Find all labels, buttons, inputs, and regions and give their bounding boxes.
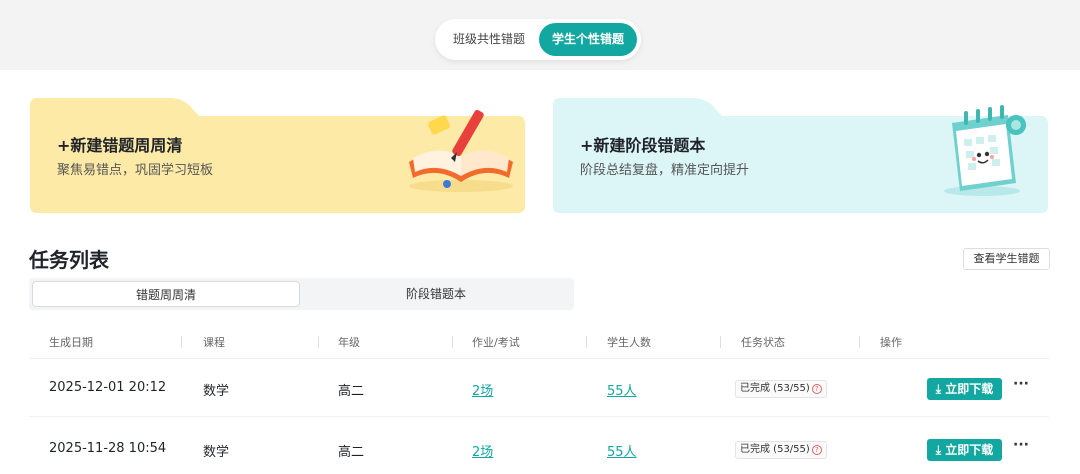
view-switch: 班级共性错题 学生个性错题 xyxy=(435,19,641,60)
cell-date: 2025-12-01 20:12 xyxy=(49,380,167,395)
download-button[interactable]: ⤓ 立即下载 xyxy=(927,439,1002,461)
book-pencil-icon xyxy=(409,109,513,192)
exams-link[interactable]: 2场 xyxy=(472,380,493,399)
card-title: +新建错题周周清 xyxy=(57,136,183,155)
column-divider xyxy=(859,336,860,348)
exams-link[interactable]: 2场 xyxy=(472,441,493,460)
column-divider xyxy=(452,336,453,348)
more-actions-button[interactable]: ··· xyxy=(1013,437,1029,453)
tab-weekly-review[interactable]: 错题周周清 xyxy=(32,281,300,307)
column-divider xyxy=(181,336,182,348)
download-icon: ⤓ xyxy=(935,382,942,396)
cell-date: 2025-11-28 10:54 xyxy=(49,441,167,456)
download-label: 立即下载 xyxy=(945,382,994,396)
column-divider xyxy=(318,336,319,348)
table-row: 2025-12-01 20:12 数学 高二 2场 55人 已完成 (53/55… xyxy=(29,361,1049,417)
students-link[interactable]: 55人 xyxy=(607,441,637,460)
table-header: 生成日期 课程 年级 作业/考试 学生人数 任务状态 操作 xyxy=(29,323,1049,359)
download-button[interactable]: ⤓ 立即下载 xyxy=(927,378,1002,400)
column-divider xyxy=(586,336,587,348)
status-badge: 已完成 (53/55)? xyxy=(735,441,827,459)
column-date: 生成日期 xyxy=(49,336,93,349)
students-link[interactable]: 55人 xyxy=(607,380,637,399)
column-status: 任务状态 xyxy=(741,336,785,349)
column-course: 课程 xyxy=(203,336,225,349)
status-text: 已完成 (53/55) xyxy=(740,383,810,394)
column-divider xyxy=(720,336,721,348)
download-icon: ⤓ xyxy=(935,443,942,457)
card-title: +新建阶段错题本 xyxy=(580,136,706,155)
view-student-mistakes-button[interactable]: 查看学生错题 xyxy=(963,248,1050,270)
status-badge: 已完成 (53/55)? xyxy=(735,380,827,398)
help-icon[interactable]: ? xyxy=(811,384,822,394)
tab-student-personal-mistakes[interactable]: 学生个性错题 xyxy=(539,23,637,56)
top-bar: 班级共性错题 学生个性错题 xyxy=(0,0,1080,70)
tab-class-common-mistakes[interactable]: 班级共性错题 xyxy=(441,23,537,56)
calendar-icon xyxy=(944,105,1026,196)
section-title: 任务列表 xyxy=(29,248,109,272)
download-label: 立即下载 xyxy=(945,443,994,457)
column-students: 学生人数 xyxy=(607,336,651,349)
cell-grade: 高二 xyxy=(338,445,365,460)
column-grade: 年级 xyxy=(338,336,360,349)
status-text: 已完成 (53/55) xyxy=(740,444,810,455)
card-subtitle: 阶段总结复盘，精准定向提升 xyxy=(580,163,750,178)
cell-course: 数学 xyxy=(203,445,230,460)
cell-course: 数学 xyxy=(203,384,230,399)
task-type-tabs: 错题周周清 阶段错题本 xyxy=(29,278,574,310)
table-row: 2025-11-28 10:54 数学 高二 2场 55人 已完成 (53/55… xyxy=(29,422,1049,474)
help-icon[interactable]: ? xyxy=(811,445,822,455)
tab-stage-book[interactable]: 阶段错题本 xyxy=(302,281,570,307)
new-stage-mistake-book-card[interactable]: +新建阶段错题本 阶段总结复盘，精准定向提升 xyxy=(552,97,1049,214)
more-actions-button[interactable]: ··· xyxy=(1013,376,1029,392)
card-subtitle: 聚焦易错点，巩固学习短板 xyxy=(57,163,214,178)
new-weekly-review-card[interactable]: +新建错题周周清 聚焦易错点，巩固学习短板 xyxy=(29,97,526,214)
column-actions: 操作 xyxy=(880,336,902,349)
cell-grade: 高二 xyxy=(338,384,365,399)
column-exams: 作业/考试 xyxy=(472,336,520,349)
